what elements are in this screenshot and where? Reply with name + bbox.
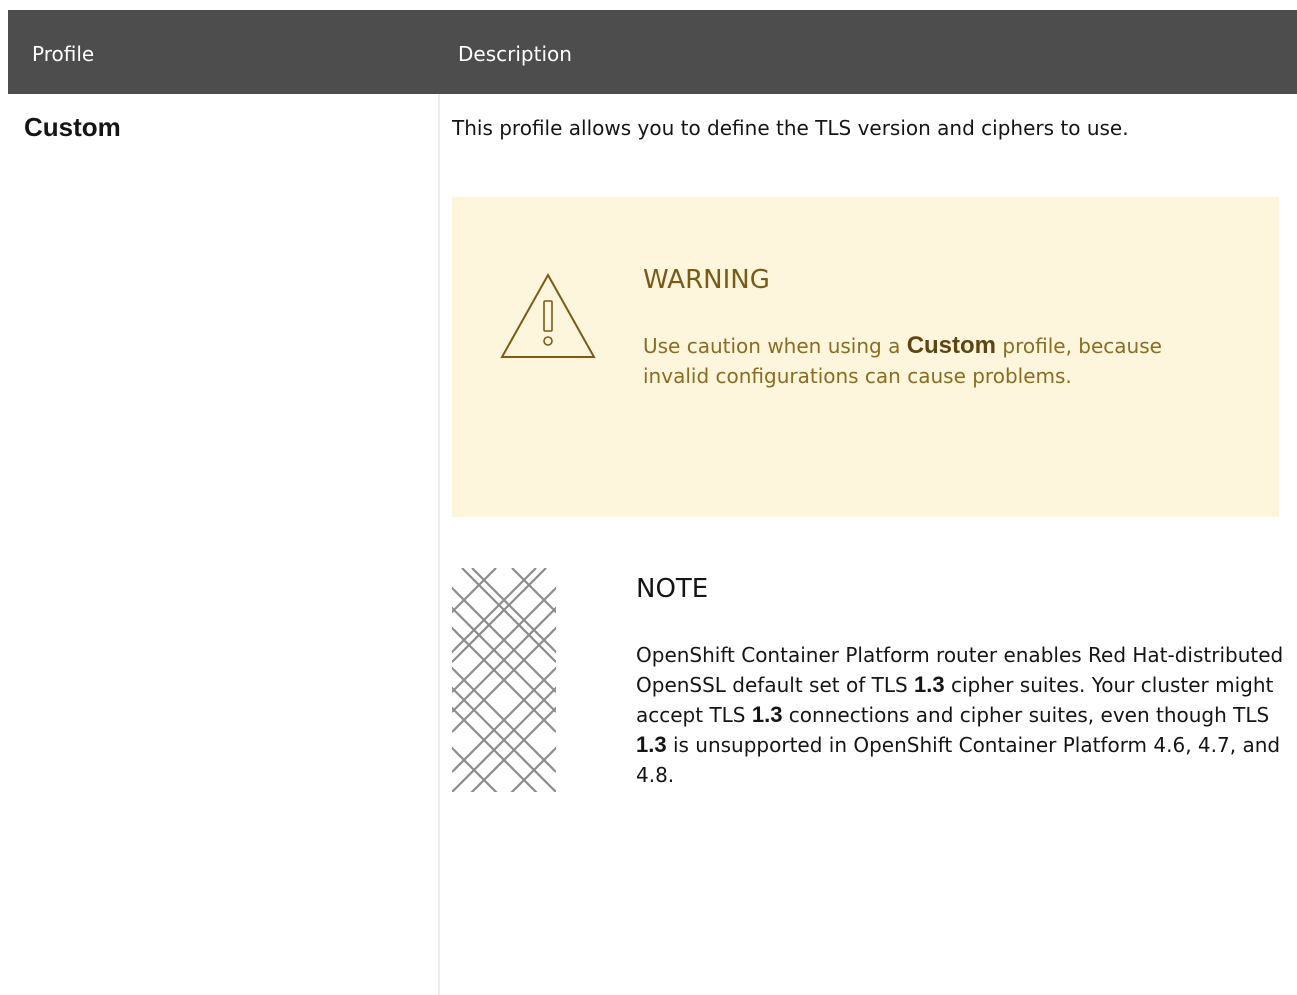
note-text-4: is unsupported in OpenShift Container Pl… <box>636 733 1281 787</box>
note-bold-1: 1.3 <box>914 672 945 697</box>
table-header-row: Profile Description <box>8 10 1297 94</box>
note-body: OpenShift Container Platform router enab… <box>636 640 1286 790</box>
column-header-description: Description <box>458 42 572 66</box>
column-divider <box>438 94 440 995</box>
note-bold-3: 1.3 <box>636 732 667 757</box>
column-header-profile: Profile <box>32 42 95 66</box>
profile-name-cell: Custom <box>24 112 121 142</box>
note-title: NOTE <box>636 574 709 604</box>
note-pattern-icon <box>452 568 556 792</box>
warning-admonition: WARNING Use caution when using a Custom … <box>452 197 1279 517</box>
warning-text-bold: Custom <box>906 332 997 359</box>
warning-body: Use caution when using a Custom profile,… <box>643 331 1163 391</box>
warning-triangle-icon <box>500 272 596 358</box>
note-bold-2: 1.3 <box>751 702 783 727</box>
note-text-3: connections and cipher suites, even thou… <box>782 703 1270 727</box>
description-text: This profile allows you to define the TL… <box>452 116 1129 140</box>
warning-text-start: Use caution when using a <box>643 334 907 358</box>
warning-title: WARNING <box>643 265 770 295</box>
